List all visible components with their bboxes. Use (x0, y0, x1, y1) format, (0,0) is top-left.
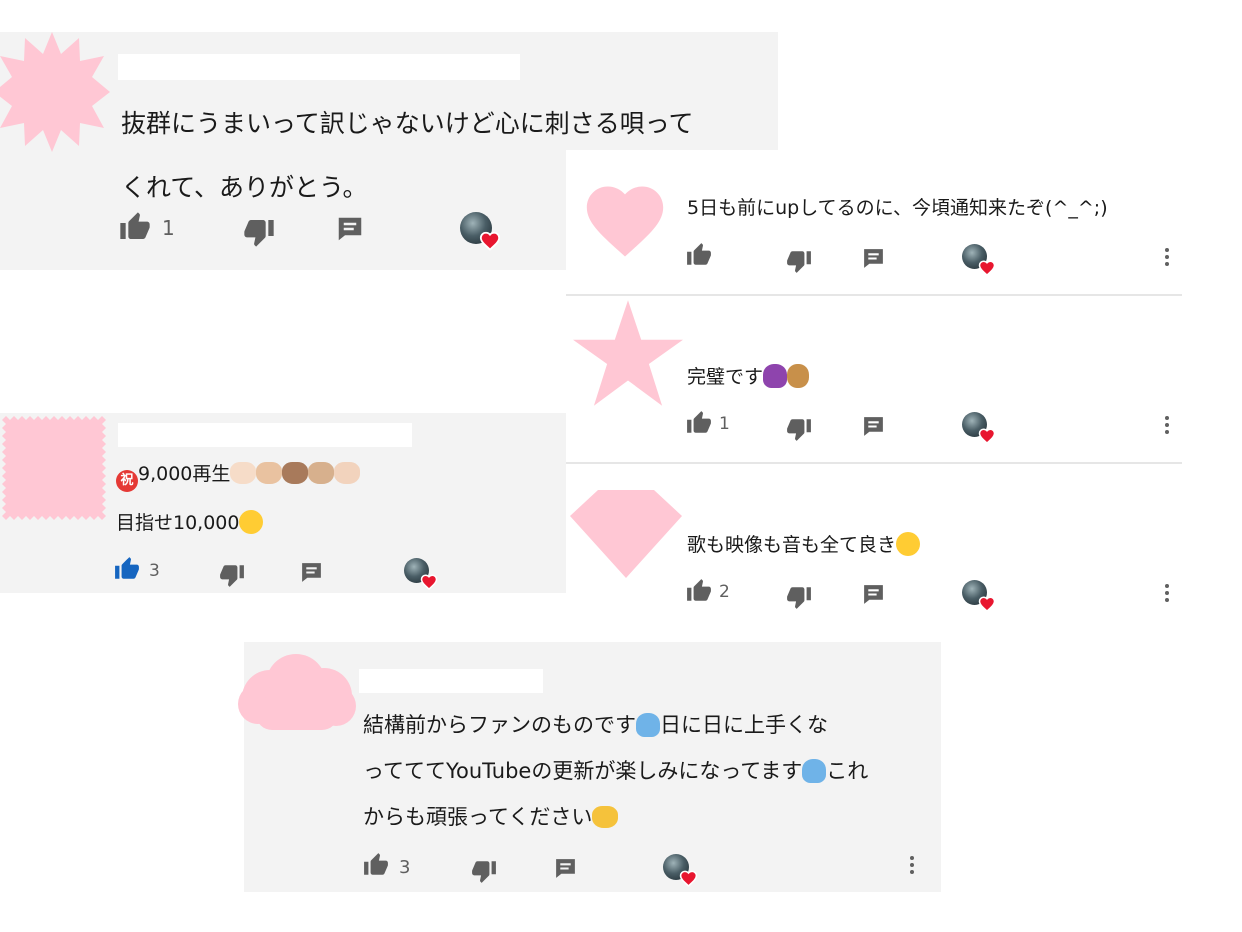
comment-text-span: 目指せ10,000 (116, 512, 240, 534)
clapping-hands-emoji (592, 806, 619, 828)
reply-button[interactable] (553, 856, 578, 881)
comment-text-line: 目指せ10,000 (116, 508, 264, 535)
dislike-button[interactable] (786, 248, 812, 274)
more-options-button[interactable] (909, 856, 915, 877)
like-count: 1 (162, 216, 175, 240)
avatar (238, 654, 356, 730)
comment-text-span: 結構前からファンのものです (363, 713, 636, 737)
dislike-button[interactable] (786, 584, 812, 610)
heart-icon (420, 573, 438, 591)
like-button-active[interactable] (114, 556, 140, 582)
like-button[interactable] (686, 242, 712, 268)
comment-collage: 抜群にうまいって訳じゃないけど心に刺さる唄って くれて、ありがとう。 1 5日も… (0, 0, 1242, 932)
comment-text-line: からも頑張ってください (363, 794, 868, 840)
divider (566, 294, 1182, 296)
comment-text-span: 完璧です (687, 366, 764, 388)
like-count: 1 (719, 414, 730, 434)
like-button[interactable] (686, 578, 712, 604)
comment-text: 歌も映像も音も全て良き (687, 530, 921, 557)
avatar (570, 490, 682, 578)
avatar (573, 300, 683, 406)
comment-text-line: 抜群にうまいって訳じゃないけど心に刺さる唄って (121, 109, 694, 138)
like-button[interactable] (363, 852, 389, 878)
clapping-hands-emoji (334, 462, 361, 484)
creator-heart-avatar (962, 580, 987, 605)
comment-text: 結構前からファンのものです 日に日に上手くな ってててYouTubeの更新が楽しみ… (363, 702, 868, 840)
comment-text-line: 結構前からファンのものです 日に日に上手くな (363, 702, 868, 748)
like-button[interactable] (119, 211, 151, 243)
comment-text-line: ってててYouTubeの更新が楽しみになってます これ (363, 748, 868, 794)
comment-text-line: 祝 9,000再生 (116, 459, 361, 492)
heart-icon (978, 259, 996, 277)
more-options-button[interactable] (1164, 584, 1170, 605)
avatar (586, 186, 664, 257)
dislike-button[interactable] (471, 858, 497, 884)
redacted-username (118, 423, 412, 447)
reply-button[interactable] (861, 414, 886, 439)
person-gesturing-ok-emoji (636, 713, 660, 737)
creator-heart-avatar (404, 558, 429, 583)
comment-text-span: ってててYouTubeの更新が楽しみになってます (363, 759, 803, 783)
avatar (2, 416, 106, 520)
like-count: 2 (719, 582, 730, 602)
comment-text-span: からも頑張ってください (363, 805, 593, 829)
smiling-face-with-hearts-emoji (896, 532, 921, 556)
comment-text-span: 9,000再生 (138, 463, 231, 485)
like-button[interactable] (686, 410, 712, 436)
reply-button[interactable] (861, 582, 886, 607)
heart-eyes-face-emoji (239, 510, 264, 534)
heart-icon (479, 230, 501, 252)
creator-heart-avatar (962, 244, 987, 269)
redacted-username (118, 54, 520, 80)
creator-heart-avatar (460, 212, 492, 244)
reply-button[interactable] (299, 560, 324, 585)
more-options-button[interactable] (1164, 248, 1170, 269)
avatar (0, 32, 110, 152)
dislike-button[interactable] (219, 562, 245, 588)
creator-heart-avatar (962, 412, 987, 437)
heart-icon (978, 427, 996, 445)
clapping-hands-emoji (282, 462, 309, 484)
like-count: 3 (149, 561, 160, 581)
congratulations-emoji: 祝 (116, 470, 138, 492)
reply-button[interactable] (861, 246, 886, 271)
comment-text-span: 歌も映像も音も全て良き (687, 534, 897, 556)
like-count: 3 (399, 857, 411, 878)
more-options-button[interactable] (1164, 416, 1170, 437)
heart-icon (978, 595, 996, 613)
dislike-button[interactable] (786, 416, 812, 442)
person-gesturing-ok-emoji (763, 364, 788, 388)
clapping-hands-emoji (230, 462, 257, 484)
clapping-hands-emoji (256, 462, 283, 484)
peanuts-emoji (787, 364, 810, 388)
dislike-button[interactable] (243, 216, 275, 248)
comment-text-span: 日に日に上手くな (660, 713, 828, 737)
comment-text: 5日も前にupしてるのに、今頃通知来たぞ(^_^;) (687, 197, 1108, 219)
clapping-hands-emoji (308, 462, 335, 484)
heart-icon (679, 869, 698, 888)
divider (566, 462, 1182, 464)
reply-button[interactable] (335, 214, 365, 244)
comment-text-span: これ (826, 759, 869, 783)
person-gesturing-ok-emoji (802, 759, 827, 783)
creator-heart-avatar (663, 854, 689, 880)
redacted-username (359, 669, 543, 693)
comment-text: 完璧です (687, 362, 810, 389)
